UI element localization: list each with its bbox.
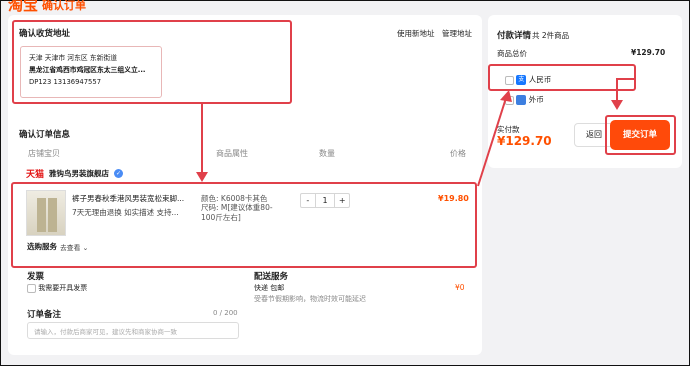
verified-icon: ✓ — [114, 169, 124, 178]
page-subtitle: 确认订单 — [42, 0, 86, 12]
shipping-title: 配送服务 — [254, 272, 289, 282]
arrow-product-to-currency — [477, 90, 512, 187]
arrow-head-down-icon — [611, 100, 623, 110]
currency-highlight-box — [488, 64, 636, 91]
shipping-note: 受春节假期影响，物流时效可能延迟 — [254, 295, 366, 303]
shop-row[interactable]: 天猫 雅钩鸟男装旗舰店 ✓ — [26, 167, 124, 180]
product-highlight-box — [11, 182, 477, 268]
invoice-title: 发票 — [27, 272, 45, 282]
foreign-label: 外币 — [528, 95, 544, 104]
column-header-shop-item: 店铺宝贝 — [28, 149, 60, 158]
payment-title: 付款详情 — [497, 31, 532, 41]
column-header-price: 价格 — [450, 149, 466, 158]
column-header-attributes: 商品属性 — [216, 149, 248, 158]
remark-char-count: 0 / 200 — [213, 309, 238, 317]
arrow-head-down-icon — [196, 172, 208, 182]
arrow-currency-horizontal — [616, 78, 636, 80]
use-new-address-link[interactable]: 使用新地址 — [397, 28, 435, 39]
shop-name[interactable]: 雅钩鸟男装旗舰店 — [49, 168, 109, 179]
total-label: 商品总价 — [497, 49, 527, 58]
shipping-price: ¥0 — [455, 283, 465, 292]
column-header-quantity: 数量 — [319, 149, 335, 158]
arrow-address-to-product — [201, 104, 203, 176]
total-value: ¥129.70 — [631, 48, 666, 57]
tmall-badge: 天猫 — [26, 170, 45, 180]
payment-item-count: 共 2件商品 — [532, 31, 570, 40]
foreign-currency-icon — [516, 95, 527, 105]
arrow-currency-to-submit — [616, 78, 618, 102]
remark-title: 订单备注 — [27, 310, 62, 320]
submit-highlight-box — [605, 115, 676, 155]
invoice-checkbox[interactable] — [27, 283, 36, 293]
remark-input[interactable]: 请输入，付款后商家可见，建议先和商家协商一致 — [27, 322, 239, 339]
address-highlight-box — [12, 20, 292, 104]
taobao-logo[interactable]: 淘宝 — [8, 0, 38, 14]
shipping-method: 快递 包邮 — [254, 284, 285, 292]
invoice-checkbox-label: 我需要开具发票 — [38, 284, 88, 292]
order-info-title: 确认订单信息 — [19, 130, 71, 140]
manage-address-link[interactable]: 管理地址 — [442, 28, 472, 39]
invoice-checkbox-row[interactable]: 我需要开具发票 — [27, 283, 87, 293]
